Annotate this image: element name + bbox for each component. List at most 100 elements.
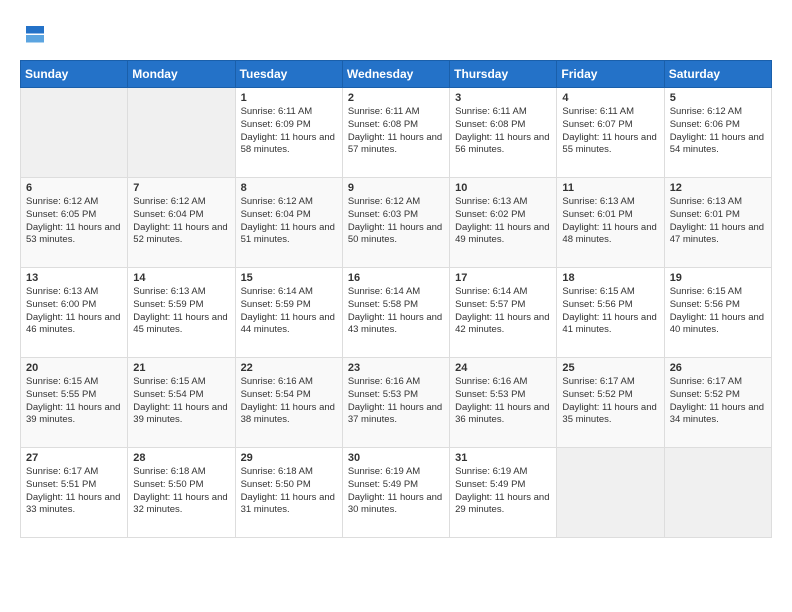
day-number: 20 — [26, 362, 122, 374]
calendar-cell: 12 Sunrise: 6:13 AMSunset: 6:01 PMDayligh… — [664, 178, 771, 268]
day-number: 12 — [670, 182, 766, 194]
calendar-week-1: 1 Sunrise: 6:11 AMSunset: 6:09 PMDaylight… — [21, 88, 772, 178]
calendar-cell: 30Sunrise: 6:19 AMSunset: 5:49 PMDayligh… — [342, 448, 449, 538]
day-info: Sunrise: 6:15 AMSunset: 5:55 PMDaylight:… — [26, 376, 122, 427]
day-info: Sunrise: 6:18 AMSunset: 5:50 PMDaylight:… — [241, 466, 337, 517]
calendar-week-2: 6 Sunrise: 6:12 AMSunset: 6:05 PMDaylight… — [21, 178, 772, 268]
calendar-cell: 8 Sunrise: 6:12 AMSunset: 6:04 PMDaylight… — [235, 178, 342, 268]
calendar-cell — [21, 88, 128, 178]
calendar-cell: 2 Sunrise: 6:11 AMSunset: 6:08 PMDaylight… — [342, 88, 449, 178]
day-number: 10 — [455, 182, 551, 194]
weekday-header-thursday: Thursday — [450, 61, 557, 88]
weekday-header-saturday: Saturday — [664, 61, 771, 88]
day-info: Sunrise: 6:16 AMSunset: 5:53 PMDaylight:… — [348, 376, 444, 427]
day-info: Sunrise: 6:15 AMSunset: 5:54 PMDaylight:… — [133, 376, 229, 427]
day-number: 21 — [133, 362, 229, 374]
weekday-header-friday: Friday — [557, 61, 664, 88]
calendar-cell: 29 Sunrise: 6:18 AMSunset: 5:50 PMDayligh… — [235, 448, 342, 538]
day-number: 16 — [348, 272, 444, 284]
calendar-cell: 25 Sunrise: 6:17 AMSunset: 5:52 PMDayligh… — [557, 358, 664, 448]
day-number: 30 — [348, 452, 444, 464]
day-info: Sunrise: 6:15 AMSunset: 5:56 PMDaylight:… — [670, 286, 766, 337]
day-number: 31 — [455, 452, 551, 464]
day-number: 5 — [670, 92, 766, 104]
calendar-cell: 9 Sunrise: 6:12 AMSunset: 6:03 PMDaylight… — [342, 178, 449, 268]
weekday-header-monday: Monday — [128, 61, 235, 88]
calendar-cell: 24Sunrise: 6:16 AMSunset: 5:53 PMDayligh… — [450, 358, 557, 448]
day-number: 25 — [562, 362, 658, 374]
day-number: 28 — [133, 452, 229, 464]
calendar-cell: 27 Sunrise: 6:17 AMSunset: 5:51 PMDayligh… — [21, 448, 128, 538]
day-info: Sunrise: 6:12 AMSunset: 6:05 PMDaylight:… — [26, 196, 122, 247]
calendar-cell: 31 Sunrise: 6:19 AMSunset: 5:49 PMDayligh… — [450, 448, 557, 538]
day-number: 26 — [670, 362, 766, 374]
calendar-cell: 3Sunrise: 6:11 AMSunset: 6:08 PMDaylight… — [450, 88, 557, 178]
calendar-cell: 14 Sunrise: 6:13 AMSunset: 5:59 PMDayligh… — [128, 268, 235, 358]
calendar-week-5: 27 Sunrise: 6:17 AMSunset: 5:51 PMDayligh… — [21, 448, 772, 538]
calendar-cell: 28 Sunrise: 6:18 AMSunset: 5:50 PMDayligh… — [128, 448, 235, 538]
day-number: 1 — [241, 92, 337, 104]
calendar-cell: 15Sunrise: 6:14 AMSunset: 5:59 PMDayligh… — [235, 268, 342, 358]
day-number: 8 — [241, 182, 337, 194]
day-number: 2 — [348, 92, 444, 104]
calendar-cell — [557, 448, 664, 538]
weekday-row: SundayMondayTuesdayWednesdayThursdayFrid… — [21, 61, 772, 88]
day-number: 24 — [455, 362, 551, 374]
calendar-cell: 17Sunrise: 6:14 AMSunset: 5:57 PMDayligh… — [450, 268, 557, 358]
day-info: Sunrise: 6:14 AMSunset: 5:59 PMDaylight:… — [241, 286, 337, 337]
calendar-body: 1 Sunrise: 6:11 AMSunset: 6:09 PMDaylight… — [21, 88, 772, 538]
day-number: 17 — [455, 272, 551, 284]
day-number: 3 — [455, 92, 551, 104]
day-info: Sunrise: 6:12 AMSunset: 6:03 PMDaylight:… — [348, 196, 444, 247]
calendar-week-4: 20 Sunrise: 6:15 AMSunset: 5:55 PMDayligh… — [21, 358, 772, 448]
logo — [20, 20, 54, 50]
page-header — [20, 20, 772, 50]
calendar-cell: 26Sunrise: 6:17 AMSunset: 5:52 PMDayligh… — [664, 358, 771, 448]
day-info: Sunrise: 6:11 AMSunset: 6:07 PMDaylight:… — [562, 106, 658, 157]
day-number: 19 — [670, 272, 766, 284]
day-info: Sunrise: 6:17 AMSunset: 5:51 PMDaylight:… — [26, 466, 122, 517]
calendar-cell: 23Sunrise: 6:16 AMSunset: 5:53 PMDayligh… — [342, 358, 449, 448]
day-number: 18 — [562, 272, 658, 284]
day-info: Sunrise: 6:17 AMSunset: 5:52 PMDaylight:… — [562, 376, 658, 427]
day-info: Sunrise: 6:11 AMSunset: 6:09 PMDaylight:… — [241, 106, 337, 157]
logo-icon — [20, 20, 50, 50]
calendar-cell: 16 Sunrise: 6:14 AMSunset: 5:58 PMDayligh… — [342, 268, 449, 358]
day-info: Sunrise: 6:11 AMSunset: 6:08 PMDaylight:… — [348, 106, 444, 157]
calendar-header: SundayMondayTuesdayWednesdayThursdayFrid… — [21, 61, 772, 88]
day-info: Sunrise: 6:16 AMSunset: 5:54 PMDaylight:… — [241, 376, 337, 427]
day-info: Sunrise: 6:13 AMSunset: 5:59 PMDaylight:… — [133, 286, 229, 337]
day-number: 7 — [133, 182, 229, 194]
calendar-cell: 7 Sunrise: 6:12 AMSunset: 6:04 PMDaylight… — [128, 178, 235, 268]
day-number: 29 — [241, 452, 337, 464]
calendar-cell — [664, 448, 771, 538]
calendar-cell: 18 Sunrise: 6:15 AMSunset: 5:56 PMDayligh… — [557, 268, 664, 358]
day-info: Sunrise: 6:12 AMSunset: 6:04 PMDaylight:… — [133, 196, 229, 247]
calendar-cell: 5 Sunrise: 6:12 AMSunset: 6:06 PMDaylight… — [664, 88, 771, 178]
day-info: Sunrise: 6:13 AMSunset: 6:01 PMDaylight:… — [562, 196, 658, 247]
day-number: 4 — [562, 92, 658, 104]
calendar-table: SundayMondayTuesdayWednesdayThursdayFrid… — [20, 60, 772, 538]
weekday-header-tuesday: Tuesday — [235, 61, 342, 88]
calendar-cell: 11Sunrise: 6:13 AMSunset: 6:01 PMDayligh… — [557, 178, 664, 268]
calendar-cell: 21 Sunrise: 6:15 AMSunset: 5:54 PMDayligh… — [128, 358, 235, 448]
day-info: Sunrise: 6:15 AMSunset: 5:56 PMDaylight:… — [562, 286, 658, 337]
calendar-cell: 1 Sunrise: 6:11 AMSunset: 6:09 PMDaylight… — [235, 88, 342, 178]
day-number: 27 — [26, 452, 122, 464]
day-number: 13 — [26, 272, 122, 284]
day-info: Sunrise: 6:13 AMSunset: 6:01 PMDaylight:… — [670, 196, 766, 247]
day-info: Sunrise: 6:18 AMSunset: 5:50 PMDaylight:… — [133, 466, 229, 517]
day-info: Sunrise: 6:12 AMSunset: 6:06 PMDaylight:… — [670, 106, 766, 157]
day-info: Sunrise: 6:19 AMSunset: 5:49 PMDaylight:… — [455, 466, 551, 517]
calendar-cell: 10 Sunrise: 6:13 AMSunset: 6:02 PMDayligh… — [450, 178, 557, 268]
weekday-header-sunday: Sunday — [21, 61, 128, 88]
day-info: Sunrise: 6:14 AMSunset: 5:58 PMDaylight:… — [348, 286, 444, 337]
day-number: 14 — [133, 272, 229, 284]
calendar-cell: 13Sunrise: 6:13 AMSunset: 6:00 PMDayligh… — [21, 268, 128, 358]
day-number: 9 — [348, 182, 444, 194]
day-number: 6 — [26, 182, 122, 194]
calendar-cell: 20 Sunrise: 6:15 AMSunset: 5:55 PMDayligh… — [21, 358, 128, 448]
day-info: Sunrise: 6:12 AMSunset: 6:04 PMDaylight:… — [241, 196, 337, 247]
calendar-cell: 4 Sunrise: 6:11 AMSunset: 6:07 PMDaylight… — [557, 88, 664, 178]
day-info: Sunrise: 6:13 AMSunset: 6:02 PMDaylight:… — [455, 196, 551, 247]
